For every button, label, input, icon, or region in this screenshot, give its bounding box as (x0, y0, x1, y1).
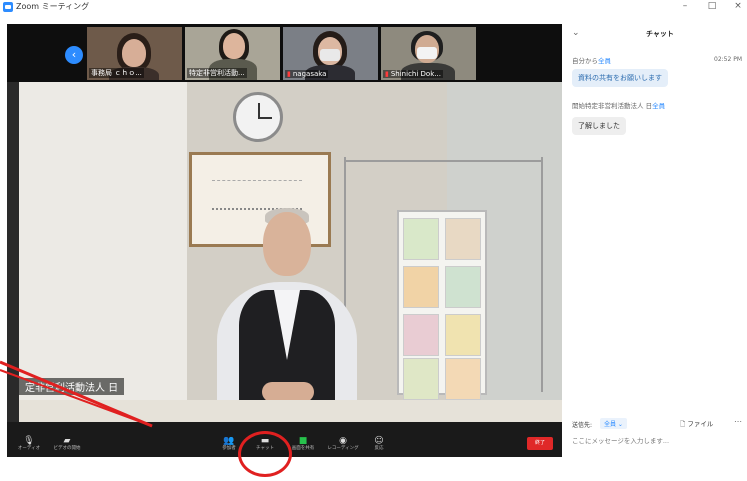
title-bar: Zoom ミーティング – □ × (0, 0, 747, 14)
speaker (263, 212, 311, 276)
participant-tile[interactable]: ▮ nagasaka (283, 27, 378, 80)
participant-name: ▮ Shinichi Dok... (383, 70, 443, 78)
gallery-strip: ‹ 事務局 ｃｈｏ... 特定非営利活動... ▮ nagasaka ▮ Shi… (7, 24, 562, 82)
pamphlet-rack (397, 210, 487, 400)
reaction-icon: ☺ (374, 436, 384, 446)
speaker-name-tag: 定非営利活動法人 日 (19, 378, 125, 395)
audio-button[interactable]: 🎙 オーディオ (9, 436, 49, 452)
chat-compose: 送信先: 全員 ⌄ 🗋 ファイル ⋯ (562, 414, 747, 464)
mic-muted-icon: ▮ (385, 70, 389, 78)
send-to-label: 送信先: (572, 422, 593, 429)
minimize-button[interactable]: – (676, 1, 694, 11)
record-icon: ◉ (339, 436, 347, 446)
participant-name: 特定非営利活動... (187, 68, 247, 78)
chat-message: 了解しました (572, 117, 626, 135)
chat-panel: ⌄ チャット 自分から全員 02:52 PM 資料の共有をお願いします 開始特定… (562, 14, 747, 481)
zoom-window: Zoom ミーティング – □ × ‹ 事務局 ｃｈｏ... 特定非営利活動..… (0, 0, 747, 481)
record-button[interactable]: ◉ レコーディング (323, 436, 363, 452)
chat-title: チャット (646, 30, 674, 38)
more-options-icon[interactable]: ⋯ (734, 417, 742, 426)
participant-tile[interactable]: 事務局 ｃｈｏ... (87, 27, 182, 80)
chat-input[interactable] (572, 434, 737, 448)
prev-page-button[interactable]: ‹ (65, 46, 83, 64)
zoom-logo-icon (3, 2, 13, 12)
participant-tile[interactable]: 特定非営利活動... (185, 27, 280, 80)
participant-name: ▮ nagasaka (285, 70, 329, 78)
participant-name: 事務局 ｃｈｏ... (89, 68, 144, 78)
message-meta: 自分から全員 (572, 57, 611, 65)
reaction-button[interactable]: ☺ 反応 (359, 436, 399, 452)
chat-header: ⌄ チャット (562, 26, 747, 44)
active-speaker-video: 定非営利活動法人 日 (7, 82, 562, 422)
meeting-area: ‹ 事務局 ｃｈｏ... 特定非営利活動... ▮ nagasaka ▮ Shi… (7, 24, 562, 457)
wall-clock (233, 92, 283, 142)
end-meeting-button[interactable]: 終了 (527, 437, 553, 450)
file-button[interactable]: 🗋 ファイル (680, 418, 713, 431)
start-video-button[interactable]: ▰ ビデオの開始 (47, 436, 87, 452)
mic-icon: 🎙 (23, 436, 35, 446)
send-to-select[interactable]: 全員 ⌄ (600, 418, 627, 429)
message-time: 02:52 PM (714, 56, 742, 63)
message-meta: 開始特定非営利活動法人 日全員 (572, 102, 666, 110)
participant-tile[interactable]: ▮ Shinichi Dok... (381, 27, 476, 80)
mic-muted-icon: ▮ (287, 70, 291, 78)
maximize-button[interactable]: □ (703, 1, 721, 11)
video-icon: ▰ (63, 436, 71, 446)
chat-message: 資料の共有をお願いします (572, 69, 668, 87)
close-button[interactable]: × (729, 1, 747, 11)
callout-circle (238, 431, 292, 477)
chevron-down-icon[interactable]: ⌄ (572, 28, 580, 38)
file-icon: 🗋 (680, 420, 686, 428)
window-title: Zoom ミーティング (16, 2, 90, 11)
